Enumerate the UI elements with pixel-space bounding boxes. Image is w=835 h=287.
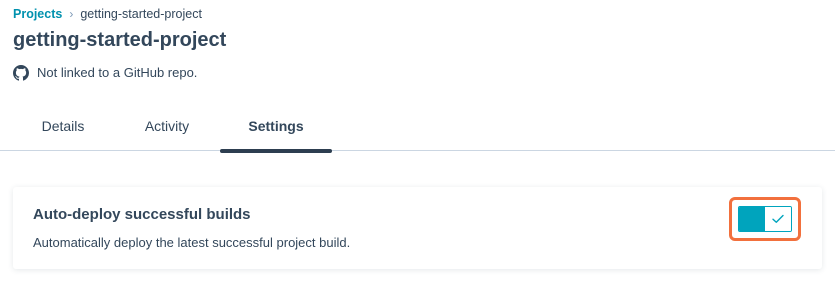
tab-details[interactable]: Details xyxy=(20,100,106,151)
tab-activity[interactable]: Activity xyxy=(124,100,210,151)
tab-bar: Details Activity Settings xyxy=(0,100,835,153)
auto-deploy-setting-card: Auto-deploy successful builds Automatica… xyxy=(13,187,822,269)
auto-deploy-title: Auto-deploy successful builds xyxy=(33,206,251,223)
tab-settings-label: Settings xyxy=(248,117,304,134)
toggle-knob xyxy=(765,207,791,231)
auto-deploy-description: Automatically deploy the latest successf… xyxy=(33,235,351,250)
breadcrumb: Projects › getting-started-project xyxy=(13,6,202,22)
breadcrumb-current: getting-started-project xyxy=(80,7,202,21)
active-tab-indicator xyxy=(220,149,332,153)
toggle-highlight-outline xyxy=(729,197,801,241)
auto-deploy-toggle[interactable] xyxy=(738,206,792,232)
repo-status-text: Not linked to a GitHub repo. xyxy=(37,65,198,80)
toggle-track xyxy=(739,207,765,231)
github-icon xyxy=(13,65,29,81)
chevron-right-icon: › xyxy=(69,7,74,21)
tab-activity-label: Activity xyxy=(144,117,190,134)
tab-settings[interactable]: Settings xyxy=(220,100,332,153)
project-page: Projects › getting-started-project getti… xyxy=(0,0,835,287)
tab-details-label: Details xyxy=(41,117,85,134)
checkmark-icon xyxy=(772,214,784,223)
page-title: getting-started-project xyxy=(13,29,227,51)
breadcrumb-projects-link[interactable]: Projects xyxy=(13,6,62,22)
repo-status: Not linked to a GitHub repo. xyxy=(13,64,197,82)
